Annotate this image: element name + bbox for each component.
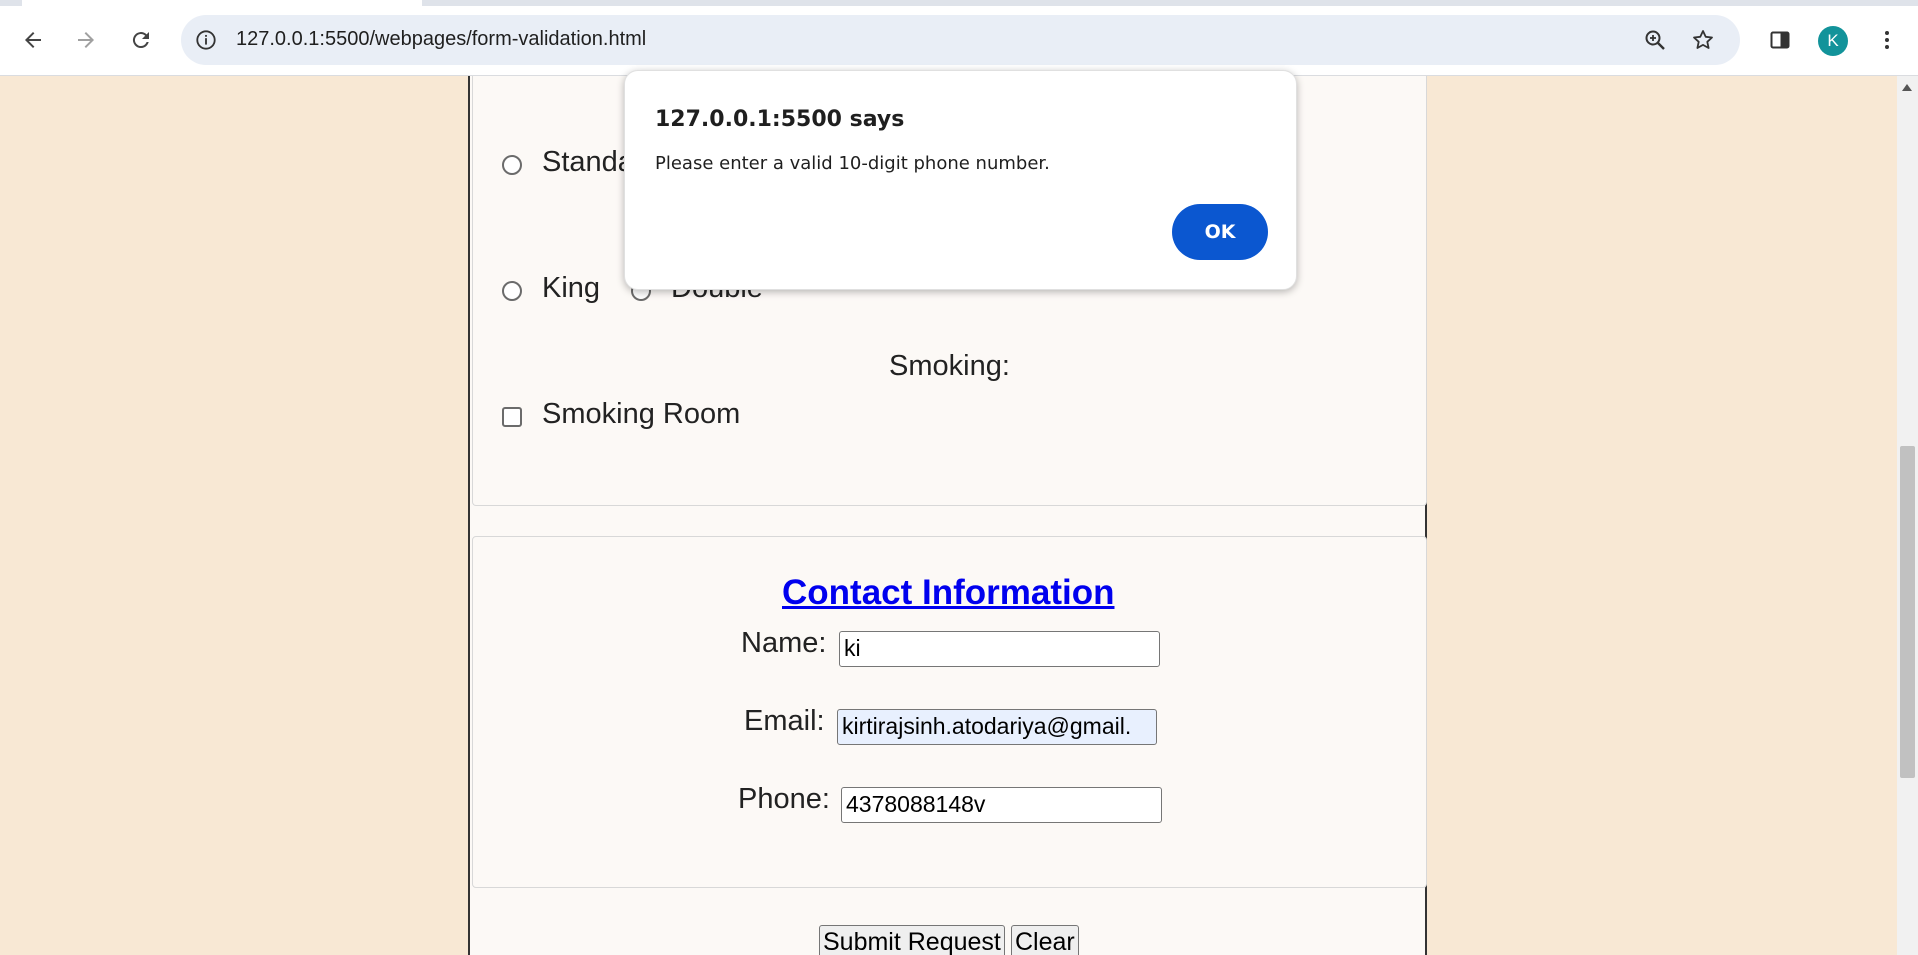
profile-avatar[interactable]: K <box>1818 26 1848 56</box>
clear-button[interactable]: Clear <box>1011 925 1079 955</box>
reload-icon <box>132 32 149 49</box>
contact-information-heading: Contact Information <box>782 573 1115 612</box>
forward-button[interactable] <box>66 20 106 60</box>
bed-label-king: King <box>542 272 601 304</box>
alert-dialog: 127.0.0.1:5500 says Please enter a valid… <box>624 70 1297 290</box>
scroll-up-arrow-icon[interactable] <box>1902 84 1912 91</box>
contact-information-fieldset: Contact Information Name: ki Email: kirt… <box>472 536 1427 888</box>
arrow-right-icon <box>78 32 94 48</box>
zoom-icon[interactable] <box>1640 25 1670 55</box>
smoking-room-label: Smoking Room <box>542 398 741 430</box>
back-button[interactable] <box>13 20 53 60</box>
email-label: Email: <box>744 705 825 737</box>
name-input[interactable]: ki <box>839 631 1160 667</box>
submit-request-button[interactable]: Submit Request <box>819 925 1005 955</box>
info-icon[interactable] <box>193 27 219 53</box>
reload-button[interactable] <box>121 20 161 60</box>
arrow-left-icon <box>25 32 41 48</box>
bed-radio-king[interactable] <box>502 281 522 301</box>
room-type-radio-standard[interactable] <box>502 155 522 175</box>
active-tab[interactable] <box>22 0 422 6</box>
side-panel-icon[interactable] <box>1760 20 1800 60</box>
scrollbar-thumb[interactable] <box>1900 446 1915 778</box>
alert-message: Please enter a valid 10-digit phone numb… <box>655 153 1050 174</box>
page-scrollbar[interactable] <box>1897 76 1918 955</box>
room-type-label-standard: Standa <box>542 146 634 178</box>
email-input[interactable]: kirtirajsinh.atodariya@gmail. <box>837 709 1157 745</box>
kebab-menu-icon[interactable] <box>1867 20 1907 60</box>
smoking-room-checkbox[interactable] <box>502 407 522 427</box>
name-label: Name: <box>741 627 827 659</box>
url-text[interactable]: 127.0.0.1:5500/webpages/form-validation.… <box>236 28 646 51</box>
alert-ok-button[interactable]: OK <box>1172 204 1268 260</box>
address-bar[interactable]: 127.0.0.1:5500/webpages/form-validation.… <box>181 15 1740 65</box>
phone-label: Phone: <box>738 783 830 815</box>
browser-toolbar: 127.0.0.1:5500/webpages/form-validation.… <box>0 0 1918 76</box>
star-icon[interactable] <box>1688 25 1718 55</box>
smoking-heading: Smoking: <box>889 350 1010 382</box>
phone-input[interactable]: 4378088148v <box>841 787 1162 823</box>
tab-strip <box>0 0 1918 6</box>
alert-title: 127.0.0.1:5500 says <box>655 107 905 132</box>
